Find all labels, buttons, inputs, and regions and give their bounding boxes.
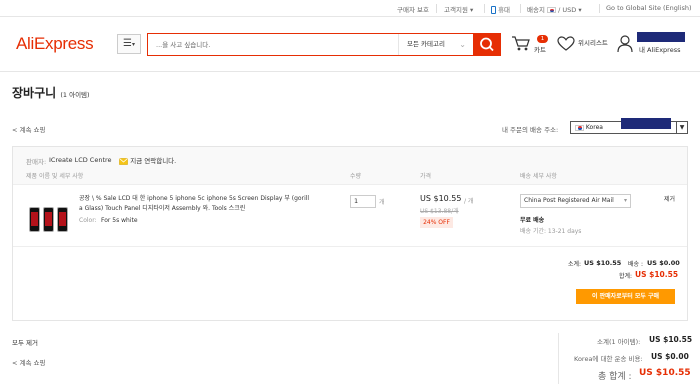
phone-image — [43, 207, 54, 232]
store-subtotal-label: 소계: — [568, 261, 582, 268]
search-button[interactable] — [473, 33, 501, 56]
country-value: Korea — [575, 124, 603, 131]
currency-label: USD — [562, 6, 577, 14]
store-total-label: 합계: — [619, 273, 633, 280]
product-image[interactable] — [27, 194, 71, 238]
chevron-down-icon: ▾ — [623, 197, 627, 204]
original-price: US $13.88/개 — [420, 208, 459, 215]
divider — [599, 4, 600, 13]
quantity-unit: 개 — [379, 199, 385, 206]
continue-shopping-link[interactable]: < 계속 쇼핑 — [12, 124, 46, 134]
phone-icon — [491, 6, 496, 14]
phone-image — [29, 207, 40, 232]
envelope-icon — [119, 157, 128, 165]
page-title-text: 장바구니 — [12, 86, 57, 100]
user-icon — [617, 35, 633, 53]
buyer-protection-link[interactable]: 구매자 보호 — [397, 4, 429, 14]
contact-label: 지금 연락합니다. — [130, 157, 177, 165]
customer-service-link[interactable]: 고객지원 ▾ — [444, 4, 473, 14]
cart-icon — [512, 36, 530, 51]
grand-total-label: 총 합계 : — [598, 372, 632, 382]
item-count: (1 아이템) — [60, 91, 90, 99]
all-categories-label: 모든 카테고리 — [407, 40, 445, 48]
chevron-down-icon: ⌄ — [459, 40, 466, 49]
total-subtotal-label: 소계(1 아이템): — [597, 338, 641, 346]
column-header-price: 가격 — [420, 173, 432, 180]
product-title-line-1[interactable]: 공장 \ % Sale LCD 대 한 iphone 5 iphone 5c i… — [79, 193, 309, 202]
ship-to-label: 내 주문의 배송 주소: — [502, 126, 559, 134]
unit-price: US $10.55 — [420, 194, 462, 203]
redacted-user-name — [637, 32, 685, 42]
column-header-shipping: 배송 세부 사항 — [520, 173, 557, 180]
chevron-down-icon: ▾ — [131, 41, 135, 48]
country-name: Korea — [585, 124, 603, 131]
mobile-link[interactable]: 휴대 — [491, 4, 510, 14]
store-subtotal-value: US $10.55 — [584, 259, 622, 267]
customer-service-label: 고객지원 — [444, 6, 468, 14]
global-site-link[interactable]: Go to Global Site (English) — [606, 4, 692, 12]
phone-image — [57, 207, 68, 232]
redacted-block — [621, 118, 671, 129]
cart-item-row: 공장 \ % Sale LCD 대 한 iphone 5 iphone 5c i… — [13, 185, 687, 247]
store-total-value: US $10.55 — [635, 270, 679, 279]
seller-label: 판매자: — [26, 158, 47, 166]
total-shipping-label: Korea에 대한 운송 비용: — [574, 355, 643, 363]
total-shipping-value: US $0.00 — [651, 352, 689, 361]
cart-count-badge: 1 — [537, 35, 548, 43]
store-shipping-value: US $0.00 — [647, 259, 680, 267]
category-menu-button[interactable]: ☰▾ — [117, 34, 141, 54]
divider — [484, 4, 485, 13]
grand-total-value: US $10.55 — [639, 368, 691, 378]
my-account-label[interactable]: 내 AliExpress — [639, 44, 681, 54]
korea-flag-icon — [575, 124, 584, 131]
cart-link[interactable] — [511, 35, 531, 54]
mobile-label: 휴대 — [498, 6, 511, 14]
search-icon — [480, 37, 494, 52]
divider — [558, 333, 559, 384]
total-subtotal-value: US $10.55 — [649, 335, 693, 344]
delivery-time: 배송 기간: 13-21 days — [520, 228, 582, 235]
menu-icon: ☰ — [123, 38, 132, 49]
page-title: 장바구니 (1 아이템) — [12, 84, 90, 101]
all-categories-select[interactable]: 모든 카테고리 ⌄ — [398, 34, 474, 55]
buy-all-from-seller-button[interactable]: 이 판매자로부터 모두 구매 — [576, 289, 675, 304]
contact-seller-link[interactable]: 지금 연락합니다. — [119, 155, 176, 165]
wishlist-link[interactable] — [557, 36, 575, 54]
account-link[interactable] — [617, 35, 633, 55]
top-bar: 구매자 보호 고객지원 ▾ 휴대 배송지 / USD ▾ Go to Globa… — [0, 0, 700, 17]
image-caption-strip — [29, 196, 69, 199]
store-header: 판매자: ICreate LCD Centre 지금 연락합니다. 제품 이름 … — [13, 147, 687, 185]
cart-label[interactable]: 카트 — [534, 44, 546, 54]
remove-item-link[interactable]: 제거 — [664, 194, 675, 203]
ship-to-currency-selector[interactable]: 배송지 / USD ▾ — [527, 4, 582, 14]
heart-icon — [557, 36, 575, 51]
product-title-line-2[interactable]: a Glass) Touch Panel 디지타이저 Assembly 와. T… — [79, 203, 245, 212]
color-label: Color: — [79, 217, 97, 224]
price-unit: / 개 — [464, 198, 474, 205]
free-shipping-label: 무료 배송 — [520, 217, 545, 224]
chevron-down-icon: ▼ — [676, 122, 687, 133]
seller-name-link[interactable]: ICreate LCD Centre — [49, 156, 112, 164]
divider — [520, 4, 521, 13]
column-header-quantity: 수량 — [350, 173, 362, 180]
remove-all-link[interactable]: 모두 제거 — [12, 337, 38, 347]
discount-badge: 24% OFF — [420, 217, 453, 228]
korea-flag-icon — [547, 7, 557, 13]
store-shipping-label: 배송 : — [628, 261, 643, 268]
search-box: ...을 사고 싶습니다. 모든 카테고리 ⌄ — [147, 33, 473, 56]
quantity-input[interactable]: 1 — [350, 195, 376, 208]
column-header-product: 제품 이름 및 세부 사항 — [26, 173, 84, 180]
shipping-method-select[interactable]: China Post Registered Air Mail ▾ — [520, 194, 631, 208]
shipping-method-value: China Post Registered Air Mail — [524, 197, 614, 204]
ship-to-label: 배송지 — [527, 6, 545, 14]
store-card: 판매자: ICreate LCD Centre 지금 연락합니다. 제품 이름 … — [12, 146, 688, 321]
divider — [436, 4, 437, 13]
header: AliExpress ☰▾ ...을 사고 싶습니다. 모든 카테고리 ⌄ 카트 … — [0, 17, 700, 72]
color-value: For 5s white — [101, 217, 138, 224]
search-input[interactable]: ...을 사고 싶습니다. — [156, 39, 210, 49]
aliexpress-logo[interactable]: AliExpress — [16, 34, 94, 54]
continue-shopping-bottom-link[interactable]: < 계속 쇼핑 — [12, 357, 46, 367]
wishlist-label[interactable]: 위시리스트 — [578, 37, 608, 47]
